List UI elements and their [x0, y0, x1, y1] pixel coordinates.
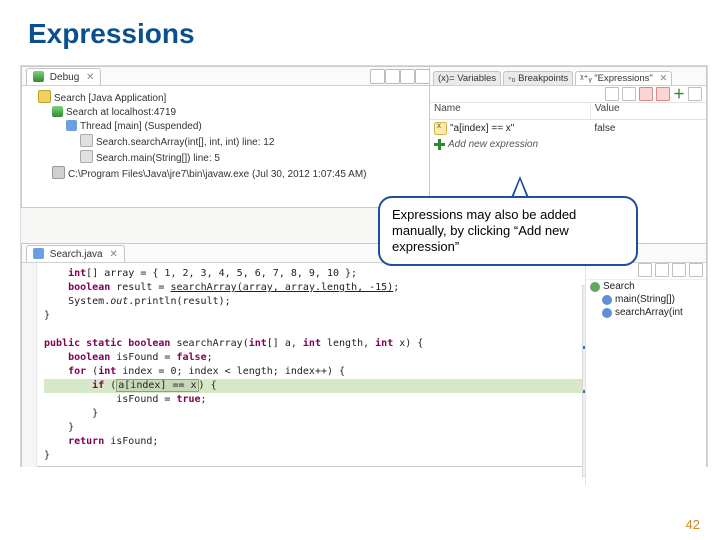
- highlighted-expression: a[index] == x: [116, 379, 198, 392]
- debug-toolbar-button[interactable]: [370, 69, 385, 84]
- stack-frame-0[interactable]: Search.searchArray(int[], int, int) line…: [96, 137, 274, 148]
- vm-icon: [52, 106, 63, 117]
- java-file-icon: [33, 248, 44, 259]
- thread-label: Thread [main] (Suspended): [80, 121, 202, 132]
- tab-breakpoints[interactable]: ◦₀ Breakpoints: [503, 71, 573, 85]
- outline-method[interactable]: searchArray(int: [586, 306, 706, 319]
- expressions-view: (x)= Variables ◦₀ Breakpoints ᵡ⁺ᵧ "Expre…: [429, 66, 707, 208]
- view-menu-icon[interactable]: [415, 69, 430, 84]
- stackframe-icon: [80, 134, 93, 147]
- eclipse-screenshot: Debug ✕ Search [Java Application] Search…: [20, 65, 708, 467]
- slide-title: Expressions: [0, 0, 720, 58]
- thread-icon: [66, 120, 77, 131]
- outline-class[interactable]: Search: [586, 280, 706, 293]
- tab-debug[interactable]: Debug ✕: [26, 68, 101, 85]
- tab-editor[interactable]: Search.java ✕: [26, 245, 125, 262]
- collapse-all-icon[interactable]: [622, 87, 636, 101]
- plus-icon: [434, 139, 445, 150]
- expression-icon: [434, 122, 447, 135]
- java-app-icon: [38, 90, 51, 103]
- remove-all-icon[interactable]: [656, 87, 670, 101]
- sort-icon[interactable]: [638, 263, 652, 277]
- outline-view: Search main(String[]) searchArray(int: [585, 263, 706, 485]
- tab-debug-label: Debug: [50, 72, 79, 83]
- process-label: C:\Program Files\Java\jre7\bin\javaw.exe…: [68, 169, 366, 180]
- remove-icon[interactable]: [639, 87, 653, 101]
- vm-label: Search at localhost:4719: [66, 107, 176, 118]
- link-editor-icon[interactable]: [689, 263, 703, 277]
- column-value[interactable]: Value: [591, 103, 706, 119]
- debug-toolbar-button[interactable]: [385, 69, 400, 84]
- close-icon[interactable]: ✕: [109, 249, 117, 260]
- launch-config-label: Search [Java Application]: [54, 93, 166, 104]
- debug-view: Debug ✕ Search [Java Application] Search…: [21, 66, 431, 208]
- column-name[interactable]: Name: [430, 103, 591, 119]
- callout-text: Expressions may also be added manually, …: [392, 207, 576, 254]
- filter-icon[interactable]: [672, 263, 686, 277]
- outline-method[interactable]: main(String[]): [586, 293, 706, 306]
- method-icon: [602, 308, 612, 318]
- expression-row[interactable]: "a[index] == x" false: [430, 120, 706, 136]
- callout-bubble: Expressions may also be added manually, …: [378, 196, 638, 266]
- tab-expressions[interactable]: ᵡ⁺ᵧ "Expressions" ✕: [575, 71, 672, 85]
- process-icon: [52, 166, 65, 179]
- add-new-expression-row[interactable]: Add new expression: [430, 136, 706, 152]
- java-editor[interactable]: Search.java ✕ int[] int[] array = { 1, 2…: [21, 243, 707, 467]
- debug-toolbar-button[interactable]: [400, 69, 415, 84]
- editor-tab-label: Search.java: [50, 249, 103, 260]
- class-icon: [590, 282, 600, 292]
- close-icon[interactable]: ✕: [86, 72, 94, 83]
- stackframe-icon: [80, 150, 93, 163]
- tab-variables[interactable]: (x)= Variables: [433, 71, 501, 85]
- stack-frame-1[interactable]: Search.main(String[]) line: 5: [96, 153, 220, 164]
- page-number: 42: [686, 517, 700, 532]
- expression-value: false: [590, 123, 706, 134]
- close-icon[interactable]: ✕: [659, 73, 667, 84]
- debug-stack-tree[interactable]: Search [Java Application] Search at loca…: [22, 86, 430, 186]
- tree-toggle-icon[interactable]: [605, 87, 619, 101]
- method-icon: [602, 295, 612, 305]
- filter-icon[interactable]: [655, 263, 669, 277]
- expressions-header-row: Name Value: [430, 103, 706, 120]
- bug-icon: [33, 71, 44, 82]
- view-menu-icon[interactable]: [688, 87, 702, 101]
- add-expression-label: Add new expression: [448, 139, 538, 150]
- tab-expressions-label: ᵡ⁺ᵧ "Expressions": [580, 73, 652, 84]
- add-expression-icon[interactable]: ＋: [673, 88, 685, 100]
- expression-name: "a[index] == x": [450, 123, 514, 134]
